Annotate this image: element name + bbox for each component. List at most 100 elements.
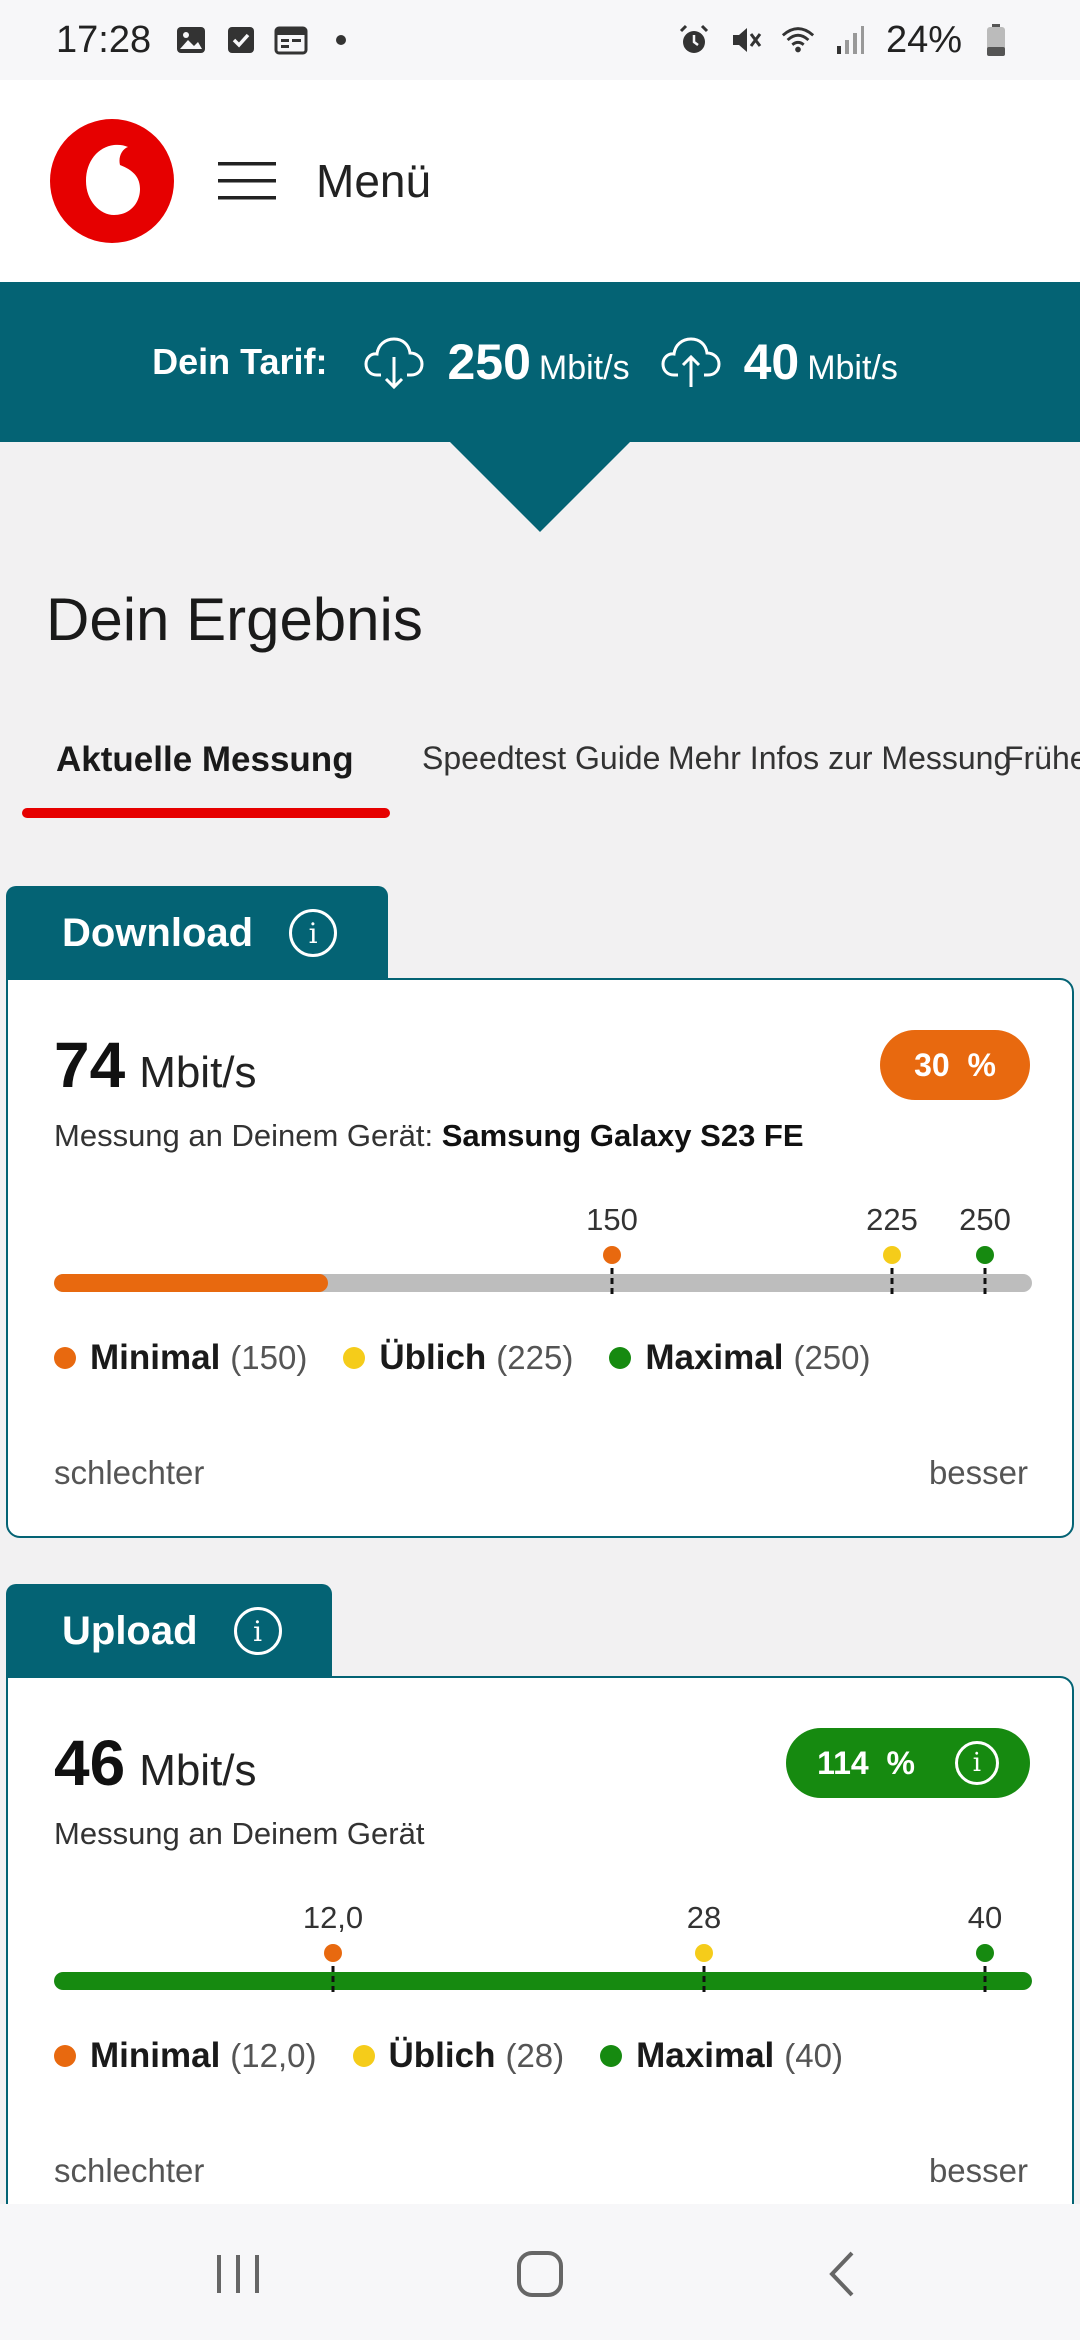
legend-value: (28) <box>505 2037 565 2074</box>
tariff-download: 250 Mbit/s <box>363 333 630 391</box>
upload-legend: Minimal (12,0) Üblich (28) Maximal (40) <box>54 2036 879 2076</box>
status-bar: 17:28 24% <box>0 0 1080 80</box>
tariff-upload-unit: Mbit/s <box>807 349 898 387</box>
home-button[interactable] <box>500 2234 580 2314</box>
marker-tick <box>702 1966 706 1992</box>
tab-aktuelle-messung[interactable]: Aktuelle Messung <box>56 740 354 780</box>
image-icon <box>173 22 209 58</box>
tab-mehr-infos[interactable]: Mehr Infos zur Messung <box>668 740 1011 777</box>
marker-label: 150 <box>586 1202 638 1237</box>
marker-tick <box>331 1966 335 1992</box>
download-speed-value: 74 <box>54 1029 126 1101</box>
menu-button[interactable]: Menü <box>218 154 431 208</box>
speed-track-fill <box>54 1972 1032 1990</box>
mute-icon <box>728 22 764 58</box>
upload-scale-better: besser <box>928 2152 1028 2189</box>
marker-label: 40 <box>967 1900 1003 1935</box>
marker-label: 12,0 <box>302 1900 364 1935</box>
tariff-upload-value: 40 <box>743 334 800 390</box>
upload-device-line: Messung an Deinem Gerät <box>54 1816 424 1852</box>
legend-dot <box>54 2045 76 2067</box>
marker-dot <box>324 1944 342 1962</box>
download-device-prefix: Messung an Deinem Gerät: <box>54 1118 434 1153</box>
alarm-icon <box>676 22 712 58</box>
speed-track <box>54 1274 1032 1292</box>
upload-scale-worse: schlechter <box>54 2152 205 2189</box>
legend-value: (150) <box>230 1339 308 1376</box>
download-info-icon[interactable]: i <box>289 909 338 957</box>
legend-value: (12,0) <box>230 2037 317 2074</box>
upload-card-tab: Upload i <box>6 1584 332 1678</box>
dot-icon <box>323 22 359 58</box>
legend-name: Maximal <box>636 2036 775 2075</box>
active-tab-indicator <box>22 808 390 818</box>
upload-speed-unit: Mbit/s <box>139 1746 257 1795</box>
app-header: Menü <box>0 80 1080 282</box>
home-icon <box>517 2251 563 2297</box>
marker-dot <box>603 1246 621 1264</box>
legend-value: (250) <box>793 1339 871 1376</box>
upload-percent: 114 % <box>817 1744 915 1781</box>
cloud-download-icon <box>364 337 424 390</box>
legend-item: Minimal (12,0) <box>54 2036 317 2076</box>
upload-info-icon[interactable]: i <box>233 1607 282 1655</box>
tariff-pointer <box>450 442 630 532</box>
recents-icon <box>217 2255 259 2293</box>
upload-speed-value: 46 <box>54 1727 126 1799</box>
legend-value: (40) <box>784 2037 843 2074</box>
download-title: Download <box>62 910 254 955</box>
download-device-line: Messung an Deinem Gerät: Samsung Galaxy … <box>54 1118 804 1154</box>
speed-track <box>54 1972 1032 1990</box>
legend-value: (225) <box>496 1339 574 1376</box>
legend-item: Maximal (40) <box>600 2036 843 2076</box>
result-tabs: Aktuelle Messung Speedtest Guide Mehr In… <box>22 720 1080 820</box>
recents-button[interactable] <box>198 2234 278 2314</box>
battery-level: 24% <box>885 18 962 61</box>
hamburger-icon <box>218 162 276 200</box>
legend-item: Maximal (250) <box>609 1338 871 1378</box>
tariff-download-unit: Mbit/s <box>538 349 630 387</box>
download-scale: 150 225 250 <box>54 1202 1032 1302</box>
signal-icon <box>832 22 868 58</box>
download-scale-worse: schlechter <box>54 1454 205 1491</box>
menu-label: Menü <box>316 155 432 207</box>
legend-dot <box>352 2045 375 2067</box>
download-device-name: Samsung Galaxy S23 FE <box>441 1118 804 1153</box>
tab-speedtest-guide[interactable]: Speedtest Guide <box>422 740 660 777</box>
legend-dot <box>609 1347 632 1369</box>
tariff-download-value: 250 <box>447 334 531 390</box>
tab-fruehere[interactable]: Frühe <box>1004 740 1080 777</box>
download-percent-badge: 30 % <box>880 1030 1030 1100</box>
legend-name: Minimal <box>90 2036 221 2075</box>
marker-tick <box>983 1966 987 1992</box>
wifi-icon <box>780 22 816 58</box>
vodafone-logo[interactable] <box>50 119 174 243</box>
marker-dot <box>883 1246 901 1264</box>
back-icon <box>829 2251 854 2297</box>
upload-scale: 12,0 28 40 <box>54 1900 1032 2000</box>
legend-name: Maximal <box>645 1338 784 1377</box>
download-scale-better: besser <box>928 1454 1028 1491</box>
download-legend: Minimal (150) Üblich (225) Maximal (250) <box>54 1338 907 1378</box>
download-percent: 30 % <box>914 1046 996 1083</box>
speed-track-fill <box>54 1274 328 1292</box>
marker-dot <box>695 1944 713 1962</box>
cloud-upload-icon <box>661 337 721 387</box>
marker-label: 250 <box>959 1202 1011 1237</box>
page-title: Dein Ergebnis <box>46 586 423 653</box>
upload-device-prefix: Messung an Deinem Gerät <box>54 1816 425 1851</box>
legend-name: Üblich <box>379 1338 487 1377</box>
download-speed-unit: Mbit/s <box>139 1048 257 1097</box>
upload-title: Upload <box>62 1608 198 1653</box>
marker-dot <box>976 1246 994 1264</box>
legend-item: Üblich (28) <box>352 2036 565 2076</box>
upload-percent-badge: 114 % i <box>786 1728 1030 1798</box>
upload-percent-info-icon[interactable]: i <box>954 1741 999 1785</box>
checkbox-icon <box>223 22 259 58</box>
legend-dot <box>600 2045 623 2067</box>
marker-label: 28 <box>686 1900 722 1935</box>
back-button[interactable] <box>802 2234 882 2314</box>
marker-tick <box>983 1268 987 1294</box>
download-card: 74 Mbit/s 30 % Messung an Deinem Gerät: … <box>6 978 1074 1538</box>
tariff-label: Dein Tarif: <box>152 341 328 382</box>
